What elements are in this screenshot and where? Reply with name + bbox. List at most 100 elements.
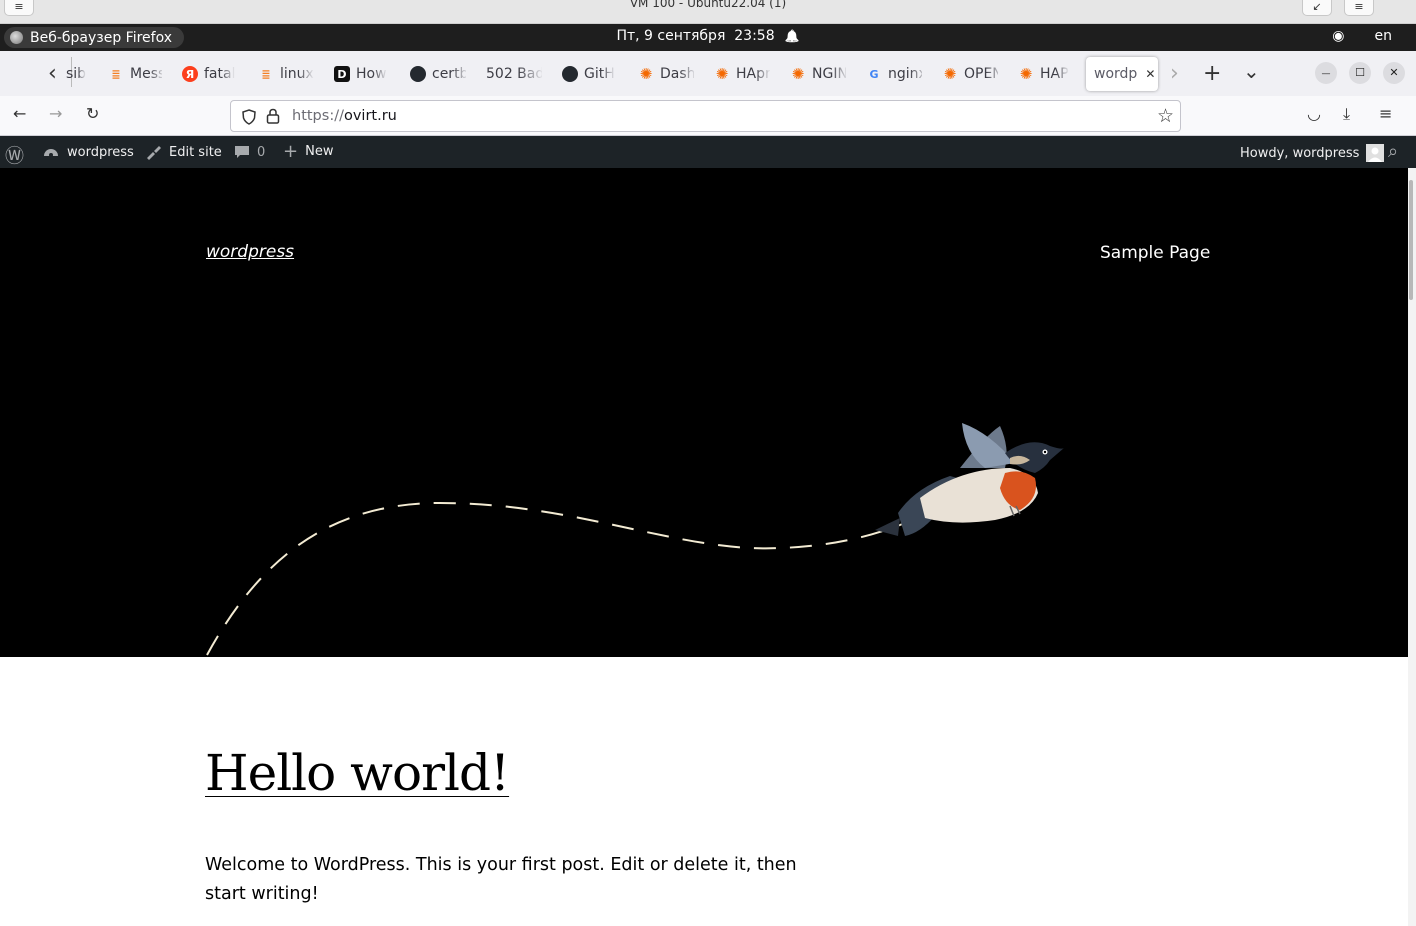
tab-title: Mess — [130, 66, 162, 82]
system-tray: ◉ en — [1332, 28, 1392, 44]
stackoverflow-icon: ≣ — [111, 67, 121, 81]
tab-4[interactable]: D How — [334, 59, 390, 89]
tab-7[interactable]: GitH — [562, 59, 618, 89]
keyboard-layout[interactable]: en — [1375, 28, 1393, 44]
dev-icon: D — [334, 66, 350, 82]
vm-restore-button[interactable]: ↙ — [1302, 0, 1332, 16]
list-all-tabs-button[interactable]: ⌄ — [1243, 59, 1260, 83]
vm-title-bar: VM 100 - Ubuntu22.04 (1) ≡ ↙ ≡ — [0, 0, 1416, 24]
post-excerpt: Welcome to WordPress. This is your first… — [205, 855, 797, 904]
close-icon: ✕ — [1389, 66, 1399, 79]
app-menu-button[interactable]: ≡ — [1379, 104, 1392, 123]
downloads-button[interactable]: ⤓ — [1343, 104, 1350, 124]
back-button[interactable]: ← — [13, 104, 26, 123]
tab-12[interactable]: ✺ OPEN — [942, 59, 998, 89]
vm-options-button[interactable]: ≡ — [1344, 0, 1374, 16]
plus-icon: + — [283, 140, 299, 162]
wp-new-content[interactable]: + New — [283, 140, 333, 162]
clock-button[interactable]: Пт, 9 сентября 23:58 🔔 — [616, 28, 799, 44]
wp-comments-count: 0 — [257, 144, 266, 160]
url-text[interactable]: https://ovirt.ru — [292, 108, 397, 124]
hamburger-menu-icon: ≡ — [1379, 104, 1393, 123]
clock-area: Пт, 9 сентября 23:58 🔔 — [0, 28, 1416, 44]
tab-8[interactable]: ✺ Dash — [638, 59, 694, 89]
chevron-right-icon: › — [1170, 61, 1179, 86]
wp-edit-site[interactable]: Edit site — [144, 144, 222, 160]
wp-site-name[interactable]: wordpress — [42, 144, 134, 160]
pocket-button[interactable]: ◡ — [1307, 104, 1321, 123]
bell-icon: 🔔 — [784, 29, 800, 43]
url-bar[interactable]: https://ovirt.ru ☆ — [230, 100, 1181, 132]
url-scheme: https:// — [292, 108, 344, 124]
page-scrollbar-thumb[interactable] — [1409, 180, 1413, 300]
dashboard-icon — [44, 149, 58, 157]
tabs-scroll-right-button[interactable]: › — [1170, 61, 1179, 86]
tab-title: linux — [280, 66, 314, 82]
grafana-icon: ✺ — [943, 65, 957, 83]
tab-3[interactable]: ≣ linux — [258, 59, 314, 89]
tab-13[interactable]: ✺ HAP — [1018, 59, 1074, 89]
plus-icon: + — [1203, 61, 1222, 86]
window-minimize-button[interactable]: — — [1315, 62, 1337, 84]
grafana-icon: ✺ — [715, 65, 729, 83]
grafana-icon: ✺ — [1019, 65, 1033, 83]
yandex-icon: Я — [182, 66, 198, 82]
tab-title: HAP — [1040, 66, 1069, 82]
tab-5[interactable]: certb — [410, 59, 466, 89]
tab-0[interactable]: sib — [66, 59, 94, 89]
tab-title: fatal — [204, 66, 236, 82]
tab-6[interactable]: 502 Bad — [486, 59, 542, 89]
lock-icon[interactable] — [266, 108, 280, 124]
github-icon — [562, 66, 578, 82]
wp-site-name-label: wordpress — [67, 144, 134, 160]
google-icon: G — [869, 67, 879, 81]
new-tab-button[interactable]: + — [1203, 61, 1221, 86]
bookmark-star-icon[interactable]: ☆ — [1157, 105, 1174, 127]
bird-illustration — [875, 423, 1064, 536]
tab-2[interactable]: Я fatal — [182, 59, 238, 89]
accessibility-icon[interactable]: ◉ — [1332, 28, 1344, 44]
tab-11[interactable]: G nginx — [866, 59, 922, 89]
site-title-link[interactable]: wordpress — [206, 242, 294, 262]
grafana-icon: ✺ — [639, 65, 653, 83]
arrow-left-icon: ← — [13, 104, 27, 123]
window-maximize-button[interactable]: ☐ — [1349, 62, 1371, 84]
nav-sample-page-link[interactable]: Sample Page — [1100, 243, 1210, 263]
site-header-hero: wordpress Sample Page — [0, 168, 1416, 657]
url-domain: ovirt.ru — [343, 108, 397, 124]
download-icon: ⤓ — [1343, 104, 1351, 123]
hamburger-icon: ≡ — [1354, 0, 1364, 13]
tab-title: GitH — [584, 66, 615, 82]
tab-title: NGIN — [812, 66, 846, 82]
close-tab-icon[interactable]: ✕ — [1145, 67, 1155, 81]
clock-text: Пт, 9 сентября 23:58 — [616, 28, 775, 44]
grafana-icon: ✺ — [791, 65, 805, 83]
shield-icon[interactable] — [241, 109, 257, 125]
forward-button[interactable]: → — [49, 104, 62, 123]
window-close-button[interactable]: ✕ — [1383, 62, 1405, 84]
minimize-icon: — — [1321, 69, 1331, 79]
tab-title: HApr — [736, 66, 770, 82]
tabs-scroll-left-button[interactable]: ‹ — [48, 61, 57, 86]
gnome-top-bar: Веб-браузер Firefox Пт, 9 сентября 23:58… — [0, 24, 1416, 51]
tab-9[interactable]: ✺ HApr — [714, 59, 770, 89]
tab-10[interactable]: ✺ NGIN — [790, 59, 846, 89]
tab-title: Dash — [660, 66, 694, 82]
vm-menu-button[interactable]: ≡ — [4, 0, 34, 16]
wp-search-icon[interactable]: ⌕ — [1388, 141, 1398, 162]
menu-icon: ≡ — [14, 0, 24, 13]
pocket-icon: ◡ — [1307, 104, 1321, 123]
wp-logo-menu[interactable]: Ⓦ — [5, 141, 24, 168]
avatar — [1366, 144, 1385, 162]
wp-howdy-label: Howdy, wordpress — [1240, 145, 1360, 161]
arrow-right-icon: → — [49, 104, 63, 123]
tab-14-active[interactable]: wordp ✕ — [1086, 57, 1158, 91]
wp-comments[interactable]: 0 — [234, 144, 265, 160]
reload-icon: ↻ — [86, 104, 100, 123]
wordpress-logo-icon: Ⓦ — [5, 145, 25, 167]
tab-1[interactable]: ≣ Mess — [108, 59, 162, 89]
reload-button[interactable]: ↻ — [86, 104, 99, 123]
wp-my-account[interactable]: Howdy, wordpress — [1240, 144, 1385, 162]
post-title-link[interactable]: Hello world! — [205, 744, 510, 802]
tab-title: certb — [432, 66, 466, 82]
